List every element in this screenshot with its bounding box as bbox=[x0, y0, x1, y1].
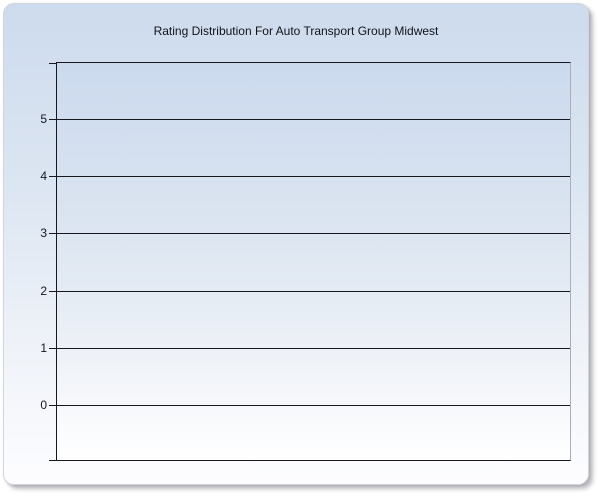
gridline-4 bbox=[57, 176, 570, 177]
y-axis-tick-4 bbox=[49, 176, 57, 177]
y-axis-tick-5 bbox=[49, 119, 57, 120]
gridline-0 bbox=[57, 405, 570, 406]
chart-title: Rating Distribution For Auto Transport G… bbox=[4, 24, 588, 38]
gridline-2 bbox=[57, 291, 570, 292]
y-axis-label-5: 5 bbox=[25, 113, 47, 125]
y-axis-label-3: 3 bbox=[25, 227, 47, 239]
gridline-1 bbox=[57, 348, 570, 349]
y-axis-tick-top bbox=[49, 63, 57, 64]
chart-card: Rating Distribution For Auto Transport G… bbox=[3, 3, 589, 485]
page: Rating Distribution For Auto Transport G… bbox=[0, 0, 600, 500]
y-axis-label-0: 0 bbox=[25, 399, 47, 411]
y-axis-tick-bottom bbox=[49, 460, 57, 461]
y-axis-tick-1 bbox=[49, 348, 57, 349]
y-axis-tick-3 bbox=[49, 233, 57, 234]
gridline-3 bbox=[57, 233, 570, 234]
y-axis-label-1: 1 bbox=[25, 342, 47, 354]
y-axis-label-4: 4 bbox=[25, 170, 47, 182]
y-axis-label-2: 2 bbox=[25, 285, 47, 297]
gridline-5 bbox=[57, 119, 570, 120]
y-axis-tick-0 bbox=[49, 405, 57, 406]
plot-area: 5 4 3 2 1 0 bbox=[56, 62, 571, 461]
y-axis-tick-2 bbox=[49, 291, 57, 292]
